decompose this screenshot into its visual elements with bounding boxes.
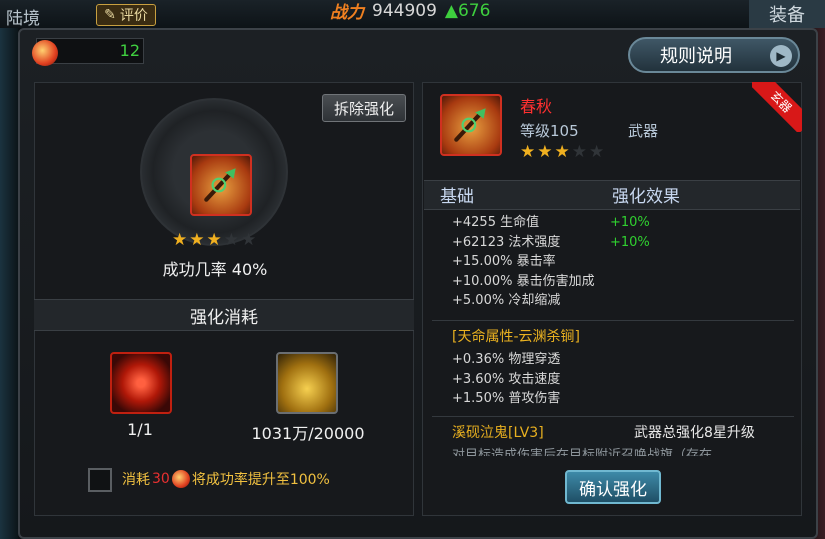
rate-label: 评价 bbox=[119, 8, 148, 24]
fate-list: +0.36% 物理穿透 +3.60% 攻击速度 +1.50% 普攻伤害 bbox=[452, 350, 560, 409]
cost-title: 强化消耗 bbox=[34, 299, 414, 331]
skill-title: 溪砚泣鬼[LV3] bbox=[452, 425, 544, 441]
star-filled-icon: ★ bbox=[189, 230, 205, 250]
star-rating: ★ ★ ★ ★ ★ bbox=[172, 230, 256, 250]
skill-note: 武器总强化8星升级 bbox=[634, 425, 755, 441]
power-increase-value: 676 bbox=[457, 0, 491, 21]
remove-enhance-button[interactable]: 拆除强化 bbox=[322, 94, 406, 122]
stats-list: +4255 生命值 +10% +62123 法术强度 +10% +15.00% 暴击率 +… bbox=[452, 213, 650, 311]
stat-name: +15.00% 暴击率 bbox=[452, 254, 556, 269]
rate-button[interactable]: ✎ 评价 bbox=[96, 4, 156, 26]
success-rate: 成功几率 40% bbox=[162, 260, 268, 279]
stats-base-header: 基础 bbox=[440, 187, 474, 207]
stat-row: +62123 法术强度 +10% bbox=[452, 233, 650, 253]
consume-number: 30 bbox=[152, 471, 170, 487]
fate-title: [天命属性-云渊杀锏] bbox=[452, 329, 580, 345]
gem-count: 12 bbox=[119, 41, 140, 60]
weapon-icon[interactable] bbox=[190, 154, 252, 216]
spear-glyph-small-icon bbox=[454, 108, 486, 142]
rules-button[interactable]: 规则说明 ▶ bbox=[628, 37, 800, 73]
equip-tab[interactable]: 装备 bbox=[749, 0, 825, 28]
star-filled-icon: ★ bbox=[537, 142, 553, 162]
fate-row: +0.36% 物理穿透 bbox=[452, 352, 561, 367]
item-name: 春秋 bbox=[520, 97, 553, 116]
stats-effect-header: 强化效果 bbox=[612, 187, 680, 207]
gold-cost: 1031万/20000 bbox=[251, 424, 365, 443]
rarity-label: 玄器 bbox=[752, 82, 802, 132]
fate-row: +1.50% 普攻伤害 bbox=[452, 391, 561, 406]
consume-suffix: 将成功率提升至100% bbox=[191, 472, 330, 488]
stat-bonus: +10% bbox=[610, 234, 650, 250]
divider bbox=[432, 416, 794, 417]
power-label: 战力 bbox=[330, 3, 364, 23]
edit-icon: ✎ bbox=[104, 7, 116, 23]
star-filled-icon: ★ bbox=[554, 142, 570, 162]
red-gem-stone-icon[interactable] bbox=[110, 352, 172, 414]
power-value: 944909 bbox=[372, 0, 437, 21]
star-filled-icon: ★ bbox=[520, 142, 536, 162]
stone-cost: 1/1 bbox=[127, 420, 153, 439]
stat-name: +10.00% 暴击伤害加成 bbox=[452, 273, 595, 289]
use-gem-checkbox[interactable] bbox=[88, 468, 112, 492]
star-empty-icon: ★ bbox=[571, 142, 587, 162]
stat-name: +4255 生命值 bbox=[452, 215, 540, 230]
stat-row: +10.00% 暴击伤害加成 bbox=[452, 272, 650, 292]
star-empty-icon: ★ bbox=[223, 230, 239, 250]
divider bbox=[432, 320, 794, 321]
rules-button-label: 规则说明 bbox=[660, 46, 732, 67]
item-level: 等级105 bbox=[520, 122, 579, 140]
skill-description: 对目标造成伤害后在目标附近召唤战旗（存在 bbox=[452, 448, 713, 456]
item-star-rating: ★ ★ ★ ★ ★ bbox=[520, 142, 604, 162]
stat-bonus: +10% bbox=[610, 215, 650, 230]
star-filled-icon: ★ bbox=[206, 230, 222, 250]
star-empty-icon: ★ bbox=[241, 230, 257, 250]
play-arrow-icon: ▶ bbox=[770, 45, 792, 67]
stat-name: +62123 法术强度 bbox=[452, 234, 561, 250]
gem-currency-icon bbox=[32, 40, 58, 66]
combat-power-display: 战力 944909 ▲676 bbox=[330, 0, 491, 24]
gem-small-icon bbox=[171, 470, 190, 488]
stat-row: +4255 生命值 +10% bbox=[452, 213, 650, 233]
game-left-edge bbox=[0, 28, 18, 539]
item-type: 武器 bbox=[628, 122, 659, 140]
weapon-thumb-icon[interactable] bbox=[440, 94, 502, 156]
gold-coins-icon[interactable] bbox=[276, 352, 338, 414]
fate-row: +3.60% 攻击速度 bbox=[452, 371, 561, 387]
consume-prefix: 消耗 bbox=[122, 472, 150, 488]
spear-glyph-icon bbox=[204, 168, 236, 202]
rarity-tag: 玄器 bbox=[752, 82, 802, 132]
star-filled-icon: ★ bbox=[172, 230, 188, 250]
power-increase: ▲676 bbox=[444, 0, 491, 21]
stat-row: +15.00% 暴击率 bbox=[452, 252, 650, 272]
star-empty-icon: ★ bbox=[589, 142, 605, 162]
confirm-enhance-button[interactable]: 确认强化 bbox=[565, 470, 661, 504]
consume-option-text: 消耗 30 将成功率提升至100% bbox=[122, 469, 330, 489]
stat-row: +5.00% 冷却缩减 bbox=[452, 291, 650, 311]
stat-name: +5.00% 冷却缩减 bbox=[452, 293, 561, 308]
